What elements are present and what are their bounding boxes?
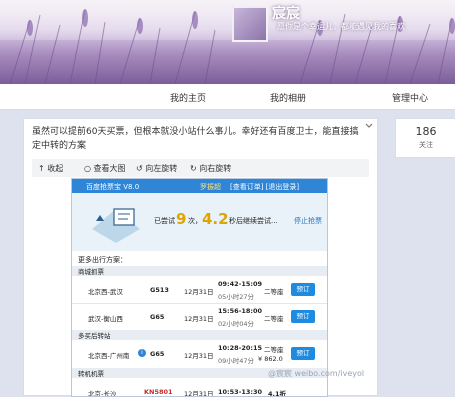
status-panel: 已尝试 9 次， 4.2 秒后继续尝试... 停止抢票	[72, 193, 327, 251]
chevron-down-icon[interactable]	[365, 122, 373, 130]
nav-album[interactable]: 我的相册	[270, 91, 306, 104]
profile-nav: 我的主页 我的相册 管理中心	[0, 84, 455, 110]
follow-label: 关注	[419, 141, 433, 149]
retry-seconds: 4.2	[202, 210, 229, 228]
stop-button[interactable]: 停止抢票	[294, 216, 322, 226]
follow-count: 186	[415, 125, 437, 138]
follow-stat[interactable]: 186 关注	[395, 118, 455, 158]
plan-row: 北京西-广州南 i G65 12月31日 10:28-20:15 09小时47分…	[72, 341, 327, 367]
app-title: 百度抢票宝 V8.0	[86, 183, 140, 191]
account-links[interactable]: [查看订单] [退出登录]	[230, 182, 299, 192]
post-image[interactable]: 百度抢票宝 V8.0 罗振超 [查看订单] [退出登录] 已尝试 9 次， 4.…	[71, 178, 328, 397]
ticket-icon	[92, 208, 140, 243]
info-icon[interactable]: i	[138, 349, 146, 357]
book-button[interactable]: 预订	[291, 283, 315, 296]
tried-label: 已尝试	[154, 217, 175, 225]
nav-manage[interactable]: 管理中心	[392, 91, 428, 104]
retry-text: 秒后继续尝试...	[229, 217, 278, 225]
post-card: 虽然可以提前60天买票，但根本就没小站什么事儿。幸好还有百度卫士，能直接搞定中转…	[23, 118, 378, 397]
image-toolbar: ↑ 收起 ○ 查看大图 ↺ 向左旋转 ↻ 向右旋转	[32, 159, 369, 177]
profile-banner: 宸宸 愿你是个幸运儿，都能遇见我的喜欢	[0, 0, 455, 84]
section-direct: 商城抓票	[72, 266, 327, 276]
plans-title: 更多出行方案：	[78, 256, 127, 264]
rotate-left-button[interactable]: ↺ 向左旋转	[136, 163, 177, 174]
user-name[interactable]: 罗振超	[200, 182, 221, 192]
plan-row: 北京-长沙 KN5801 12月31日 10:53-13:30 4.1折	[88, 388, 287, 397]
rotate-right-icon: ↻	[190, 164, 197, 173]
watermark: @宸宸 weibo.com/iveyol	[268, 369, 365, 378]
tried-count: 9	[176, 210, 187, 228]
nav-home[interactable]: 我的主页	[170, 91, 206, 104]
avatar[interactable]	[232, 6, 268, 42]
magnifier-icon: ○	[84, 164, 91, 173]
rotate-left-icon: ↺	[136, 164, 143, 173]
profile-name: 宸宸	[272, 6, 300, 22]
view-large-button[interactable]: ○ 查看大图	[84, 163, 126, 174]
times-unit: 次，	[188, 217, 202, 225]
section-transfer: 多买后转站	[72, 330, 327, 340]
post-text: 虽然可以提前60天买票，但根本就没小站什么事儿。幸好还有百度卫士，能直接搞定中转…	[32, 127, 359, 151]
book-button[interactable]: 预订	[291, 347, 315, 360]
plan-row: 北京西-武汉 G513 12月31日 09:42-15:09 05小时27分 二…	[72, 277, 327, 303]
book-button[interactable]: 预订	[291, 310, 315, 323]
profile-bio: 愿你是个幸运儿，都能遇见我的喜欢	[277, 22, 405, 31]
plan-row: 武汉-衡山西 G65 12月31日 15:56-18:00 02小时04分 二等…	[72, 303, 327, 330]
collapse-button[interactable]: ↑ 收起	[38, 163, 63, 174]
app-titlebar: 百度抢票宝 V8.0 罗振超 [查看订单] [退出登录]	[72, 179, 327, 193]
rotate-right-button[interactable]: ↻ 向右旋转	[190, 163, 231, 174]
